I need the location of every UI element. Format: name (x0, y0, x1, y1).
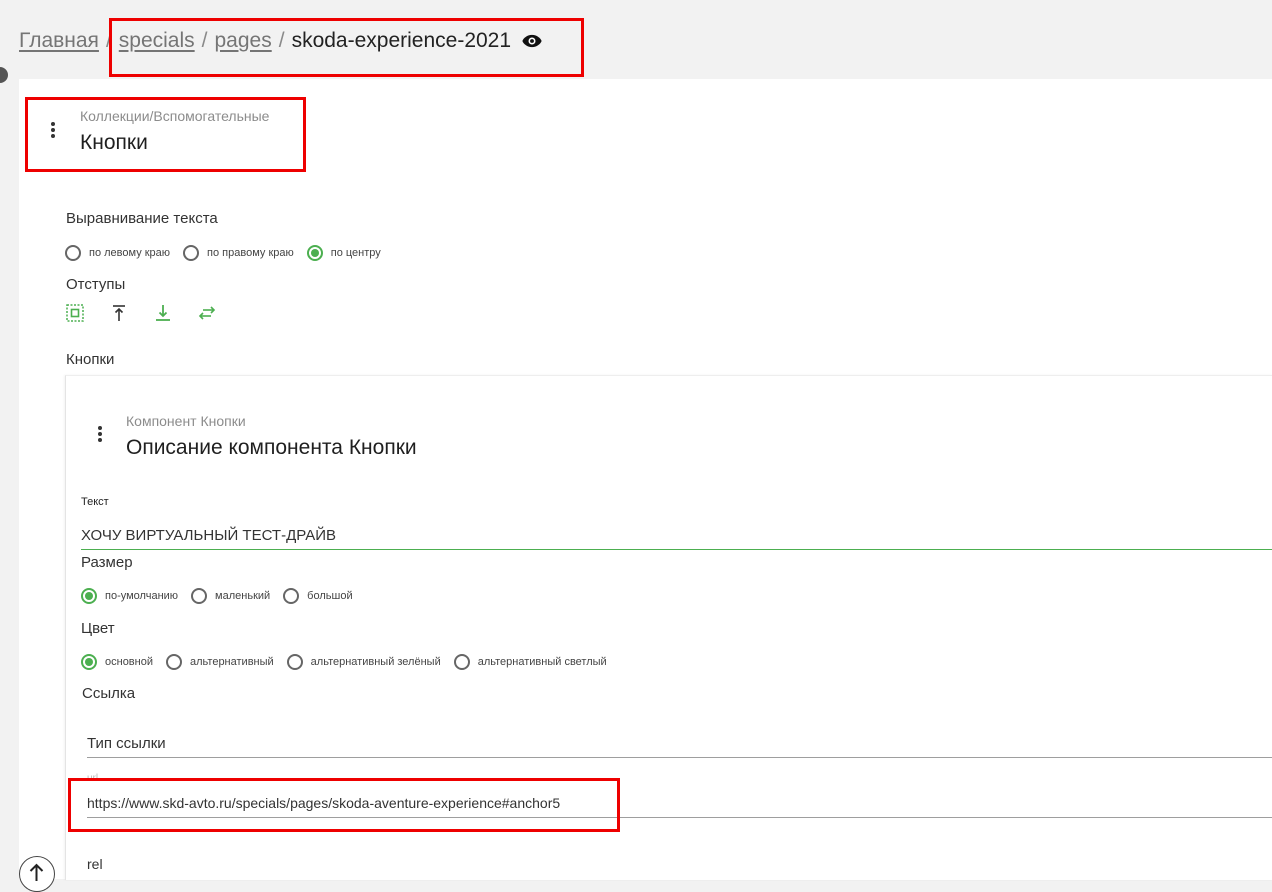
block-title: Кнопки (80, 131, 148, 154)
radio-size-default[interactable] (81, 588, 97, 604)
radio-align-right[interactable] (183, 245, 200, 261)
url-field-input[interactable]: https://www.skd-avto.ru/specials/pages/s… (87, 795, 560, 811)
radio-align-left[interactable] (65, 245, 81, 261)
radio-align-center[interactable] (306, 245, 323, 261)
component-title: Описание компонента Кнопки (126, 436, 417, 459)
radio-color-alternative[interactable] (166, 654, 182, 670)
radio-label: альтернативный светлый (477, 656, 607, 668)
link-label: Ссылка (82, 685, 136, 702)
radio-color-alt-green[interactable] (286, 654, 303, 670)
rel-field-label: rel (87, 856, 103, 872)
url-field-label: url (87, 773, 99, 784)
breadcrumb-separator: / (201, 29, 208, 52)
color-radio-group: основной альтернативный альтернативный з… (81, 652, 620, 672)
radio-label: основной (105, 656, 153, 668)
drawer-handle[interactable] (0, 67, 8, 83)
breadcrumb-home-link[interactable]: Главная (19, 29, 99, 53)
text-field-underline (81, 549, 1272, 550)
radio-label: маленький (215, 590, 271, 602)
breadcrumb-specials-link[interactable]: specials (119, 29, 195, 53)
text-align-label: Выравнивание текста (66, 210, 218, 227)
more-vert-icon[interactable] (97, 426, 103, 444)
padding-label: Отступы (66, 276, 126, 293)
radio-label: альтернативный зелёный (310, 656, 441, 668)
arrow-up-icon (29, 863, 44, 881)
link-type-underline (87, 757, 1272, 758)
radio-label: по-умолчанию (105, 590, 179, 602)
url-field-underline (87, 817, 1272, 818)
radio-size-large[interactable] (283, 588, 300, 604)
padding-all-icon[interactable] (65, 303, 85, 323)
swap-horizontal-icon[interactable] (197, 303, 217, 323)
radio-size-small[interactable] (191, 588, 208, 604)
text-field-input[interactable]: ХОЧУ ВИРТУАЛЬНЫЙ ТЕСТ-ДРАЙВ (81, 527, 336, 544)
radio-label: альтернативный (190, 656, 274, 668)
breadcrumb-separator: / (105, 29, 112, 52)
align-top-icon[interactable] (109, 303, 129, 323)
radio-label: большой (307, 590, 353, 602)
text-field-label: Текст (81, 496, 109, 508)
radio-color-alt-light[interactable] (453, 654, 470, 670)
breadcrumb-separator: / (278, 29, 285, 52)
eye-icon[interactable] (521, 34, 543, 48)
text-align-radio-group: по левому краю по правому краю по центру (65, 243, 394, 263)
component-card: Компонент Кнопки Описание компонента Кно… (65, 375, 1272, 880)
breadcrumb: Главная / specials / pages / skoda-exper… (19, 26, 543, 56)
radio-color-primary[interactable] (81, 654, 97, 670)
more-vert-icon[interactable] (50, 122, 56, 140)
arrow-to-bottom-icon[interactable] (153, 303, 173, 323)
breadcrumb-pages-link[interactable]: pages (215, 29, 272, 53)
scroll-to-top-button[interactable] (19, 856, 55, 892)
radio-label: по правому краю (207, 247, 294, 259)
color-label: Цвет (81, 620, 115, 637)
block-collection-path: Коллекции/Вспомогательные (80, 108, 270, 124)
radio-label: по центру (330, 247, 381, 259)
buttons-section-label: Кнопки (66, 351, 115, 368)
link-type-select[interactable]: Тип ссылки (87, 735, 166, 752)
breadcrumb-current-page: skoda-experience-2021 (291, 29, 512, 52)
size-radio-group: по-умолчанию маленький большой (81, 586, 366, 606)
block-editor-card: Коллекции/Вспомогательные Кнопки Выравни… (19, 79, 1272, 880)
size-label: Размер (81, 554, 133, 571)
component-subtitle: Компонент Кнопки (126, 413, 246, 429)
radio-label: по левому краю (89, 247, 171, 259)
